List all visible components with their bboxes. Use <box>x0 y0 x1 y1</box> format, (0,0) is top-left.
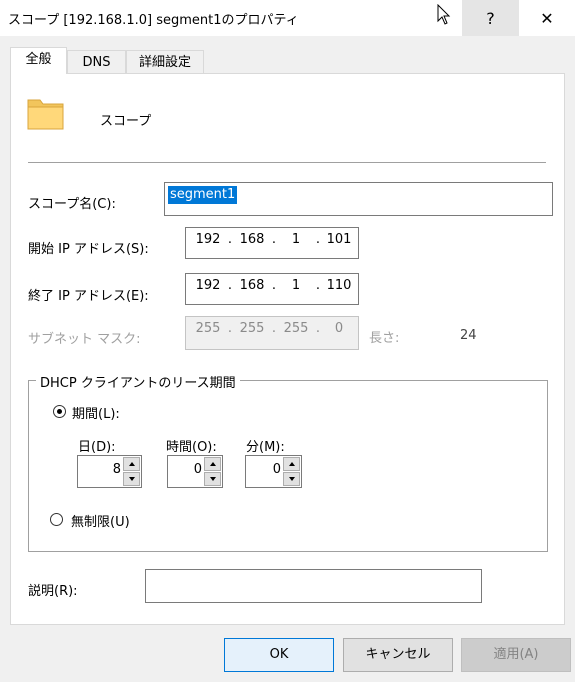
cancel-button[interactable]: キャンセル <box>343 638 453 672</box>
start-ip-octet-2[interactable]: 168 <box>235 232 269 247</box>
end-ip-input[interactable]: 192 . 168 . 1 . 110 <box>185 273 359 305</box>
subnet-mask-input: 255 . 255 . 255 . 0 <box>185 316 359 350</box>
days-value: 8 <box>112 462 121 477</box>
description-input[interactable] <box>145 569 482 603</box>
help-button[interactable]: ? <box>462 0 519 36</box>
minutes-value: 0 <box>272 462 281 477</box>
lease-duration-title: DHCP クライアントのリース期間 <box>36 372 240 391</box>
arrow-down-icon <box>289 477 295 481</box>
help-icon: ? <box>486 9 495 28</box>
ip-dot: . <box>227 321 233 336</box>
arrow-up-icon <box>289 462 295 466</box>
days-label: 日(D): <box>78 440 116 455</box>
days-up-button[interactable] <box>123 457 140 471</box>
scope-type-label: スコープ <box>100 114 152 129</box>
days-spinner[interactable]: 8 <box>77 455 142 488</box>
description-label: 説明(R): <box>28 584 78 599</box>
ip-dot: . <box>271 321 277 336</box>
window-title: スコープ [192.168.1.0] segment1のプロパティ <box>8 13 299 28</box>
end-ip-octet-4[interactable]: 110 <box>322 278 356 293</box>
subnet-octet-2: 255 <box>239 321 265 336</box>
scope-name-value: segment1 <box>168 186 238 204</box>
length-label: 長さ: <box>369 331 400 346</box>
hours-label: 時間(O): <box>166 440 217 455</box>
unlimited-radio-label: 無制限(U) <box>71 515 130 530</box>
days-down-button[interactable] <box>123 472 140 486</box>
minutes-up-button[interactable] <box>283 457 300 471</box>
subnet-octet-3: 255 <box>283 321 309 336</box>
ip-dot: . <box>227 278 233 293</box>
arrow-down-icon <box>210 477 216 481</box>
minutes-label: 分(M): <box>246 440 285 455</box>
length-value: 24 <box>460 328 477 343</box>
scope-name-input[interactable]: segment1 <box>164 182 553 216</box>
hours-down-button[interactable] <box>204 472 221 486</box>
mouse-cursor-icon <box>437 4 451 25</box>
ip-dot: . <box>227 232 233 247</box>
subnet-octet-4: 0 <box>334 321 344 336</box>
tab-dns[interactable]: DNS <box>67 50 126 74</box>
start-ip-input[interactable]: 192 . 168 . 1 . 101 <box>185 227 359 259</box>
start-ip-label: 開始 IP アドレス(S): <box>28 242 149 257</box>
minutes-down-button[interactable] <box>283 472 300 486</box>
ip-dot: . <box>271 232 277 247</box>
tab-general[interactable]: 全般 <box>10 47 67 74</box>
arrow-up-icon <box>210 462 216 466</box>
start-ip-octet-3[interactable]: 1 <box>279 232 313 247</box>
tab-advanced[interactable]: 詳細設定 <box>126 50 204 74</box>
minutes-spinner[interactable]: 0 <box>245 455 302 488</box>
start-ip-octet-1[interactable]: 192 <box>191 232 225 247</box>
arrow-up-icon <box>129 462 135 466</box>
subnet-mask-label: サブネット マスク: <box>28 332 141 347</box>
ip-dot: . <box>271 278 277 293</box>
end-ip-octet-3[interactable]: 1 <box>279 278 313 293</box>
limited-radio[interactable] <box>53 405 66 418</box>
end-ip-octet-2[interactable]: 168 <box>235 278 269 293</box>
start-ip-octet-4[interactable]: 101 <box>322 232 356 247</box>
apply-button[interactable]: 適用(A) <box>461 638 571 672</box>
end-ip-label: 終了 IP アドレス(E): <box>28 289 149 304</box>
hours-value: 0 <box>193 462 202 477</box>
arrow-down-icon <box>129 477 135 481</box>
hours-up-button[interactable] <box>204 457 221 471</box>
end-ip-octet-1[interactable]: 192 <box>191 278 225 293</box>
hours-spinner[interactable]: 0 <box>167 455 223 488</box>
close-button[interactable]: ✕ <box>519 0 575 36</box>
subnet-octet-1: 255 <box>195 321 221 336</box>
folder-icon <box>27 99 64 130</box>
close-icon: ✕ <box>540 9 554 28</box>
limited-radio-label: 期間(L): <box>72 407 120 422</box>
unlimited-radio[interactable] <box>50 513 63 526</box>
separator <box>28 162 546 163</box>
ok-button[interactable]: OK <box>224 638 334 672</box>
scope-name-label: スコープ名(C): <box>28 197 116 212</box>
